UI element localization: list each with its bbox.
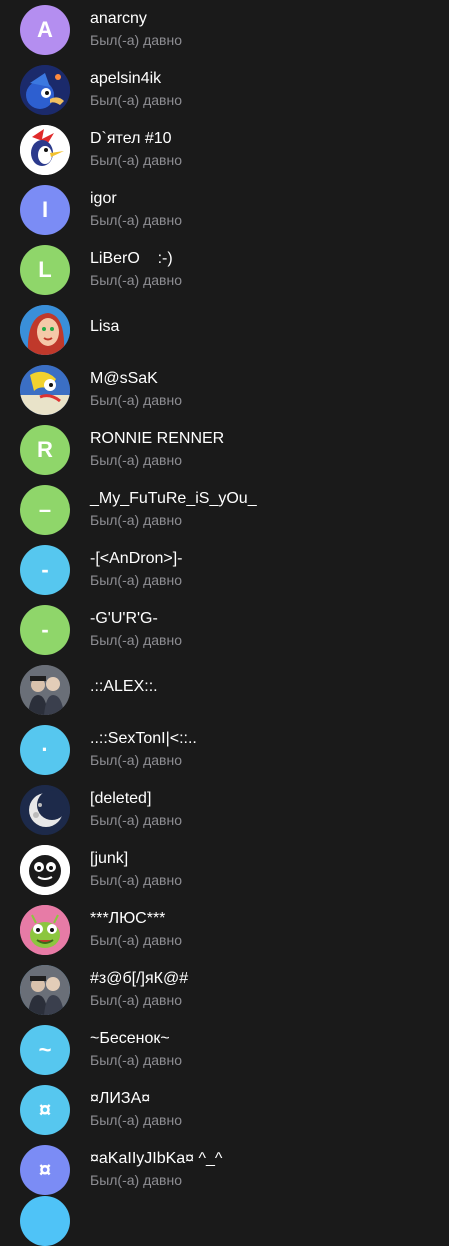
contact-status: Был(-а) давно [90,212,182,228]
contact-name: apelsin4ik [90,70,162,87]
letter-avatar-icon: I [20,185,70,235]
contact-row[interactable]: [junk] Был(-а) давно [0,840,449,900]
cartoon-girl-avatar-icon [20,305,70,355]
contact-name: LiBerO :-) [90,250,173,267]
letter-avatar-icon: – [20,485,70,535]
contact-name: ~Бесенок~ [90,1030,170,1047]
contact-status: Был(-а) давно [90,632,182,648]
contact-row[interactable]: ¤ ¤aKaIIyJIbKa¤ ^_^ Был(-а) давно [0,1140,449,1200]
contact-status: Был(-а) давно [90,992,182,1008]
contact-row[interactable]: - -G'U'R'G- Был(-а) давно [0,600,449,660]
letter-avatar-icon: L [20,245,70,295]
alien-avatar-icon [20,905,70,955]
contact-status: Был(-а) давно [90,152,182,168]
contact-name: M@sSaK [90,370,158,387]
contact-name: [deleted] [90,790,152,807]
fuzzy-monster-avatar-icon [20,845,70,895]
contact-row[interactable]: apelsin4ik Был(-а) давно [0,60,449,120]
contact-name: _My_FuTuRe_iS_yOu_ [90,490,257,507]
contact-row[interactable]: ~ ~Бесенок~ Был(-а) давно [0,1020,449,1080]
woodpecker-avatar-icon [20,125,70,175]
avatar-letter: - [41,557,49,582]
avatar-letter: – [38,497,52,522]
avatar-letter: · [41,737,49,762]
contact-row[interactable]: D`ятел #10 Был(-а) давно [0,120,449,180]
contact-status: Был(-а) давно [90,1112,182,1128]
contact-name: Lisa [90,318,120,335]
contact-row[interactable]: – _My_FuTuRe_iS_yOu_ Был(-а) давно [0,480,449,540]
contact-status: Был(-а) давно [90,812,182,828]
contact-status: Был(-а) давно [90,392,182,408]
contact-name: .::ALEX::. [90,678,158,695]
avatar-letter: I [41,197,49,222]
contact-name: -[<AnDron>]- [90,550,183,567]
contact-status: Был(-а) давно [90,512,182,528]
contact-row[interactable]: R RONNIE RENNER Был(-а) давно [0,420,449,480]
contact-status: Был(-а) давно [90,752,182,768]
contact-name: ¤ЛИЗА¤ [90,1090,151,1107]
contact-row[interactable]: ¤ ¤ЛИЗА¤ Был(-а) давно [0,1080,449,1140]
avatar-letter: ¤ [38,1157,52,1182]
contact-row[interactable]: Aanarcny Был(-а) давно [0,0,449,60]
contact-name: anarcny [90,10,147,27]
letter-avatar-icon: ~ [20,1025,70,1075]
contact-row[interactable]: Iigor Был(-а) давно [0,180,449,240]
moon-avatar-icon [20,785,70,835]
letter-avatar-icon: ¤ [20,1145,70,1195]
contact-status: Был(-а) давно [90,572,182,588]
contact-status: Был(-а) давно [90,452,182,468]
contact-status: Был(-а) давно [90,1052,182,1068]
letter-avatar-icon: - [20,605,70,655]
letter-avatar-icon: R [20,425,70,475]
cartoon-avatar-icon [20,365,70,415]
photo-avatar-icon [20,965,70,1015]
letter-avatar-icon: A [20,5,70,55]
contact-status: Был(-а) давно [90,1172,182,1188]
avatar-letter: - [41,617,49,642]
contact-row[interactable]: Lisa [0,300,449,360]
avatar-letter: ¤ [38,1097,52,1122]
letter-avatar-icon: - [20,545,70,595]
avatar-partial[interactable] [20,1196,70,1246]
contact-name: #з@б[/]яК@# [90,970,189,987]
contact-name: RONNIE RENNER [90,430,225,447]
contact-name: ***ЛЮС*** [90,910,166,927]
letter-avatar-icon: ¤ [20,1085,70,1135]
contact-status: Был(-а) давно [90,32,182,48]
contact-name: igor [90,190,117,207]
contact-row[interactable]: [deleted] Был(-а) давно [0,780,449,840]
contact-row[interactable]: - -[<AnDron>]- Был(-а) давно [0,540,449,600]
contact-row[interactable]: ***ЛЮС*** Был(-а) давно [0,900,449,960]
contact-name: ..::SexTonI|<::.. [90,730,197,747]
letter-avatar-icon: · [20,725,70,775]
contact-row[interactable]: #з@б[/]яК@# Был(-а) давно [0,960,449,1020]
photo-avatar-icon [20,665,70,715]
contact-row[interactable]: L LiBerO :-) Был(-а) давно [0,240,449,300]
contact-name: [junk] [90,850,129,867]
avatar-letter: R [37,437,53,462]
contact-name: ¤aKaIIyJIbKa¤ ^_^ [90,1150,223,1167]
contact-row[interactable]: .::ALEX::. [0,660,449,720]
contact-status: Был(-а) давно [90,272,182,288]
contact-row[interactable]: M@sSaK Был(-а) давно [0,360,449,420]
sonic-avatar-icon [20,65,70,115]
contact-name: D`ятел #10 [90,130,172,147]
avatar-letter: ~ [38,1037,52,1062]
contact-status: Был(-а) давно [90,872,182,888]
avatar-letter: L [38,257,52,282]
contact-status: Был(-а) давно [90,92,182,108]
contact-name: -G'U'R'G- [90,610,158,627]
contact-row[interactable]: · ..::SexTonI|<::..Был(-а) давно [0,720,449,780]
contact-status: Был(-а) давно [90,932,182,948]
avatar-letter: A [37,17,53,42]
